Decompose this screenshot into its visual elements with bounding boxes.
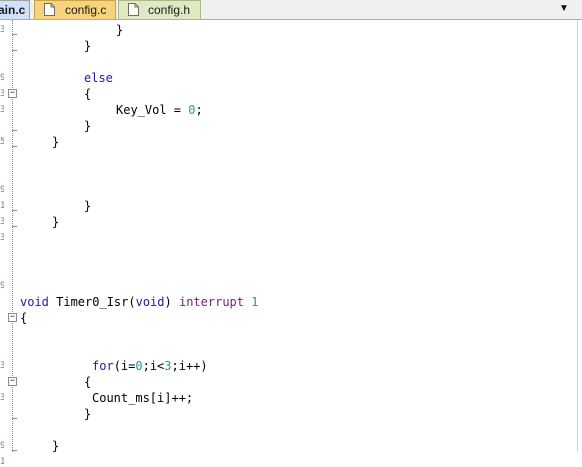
fold-end-marker: [12, 418, 17, 419]
fold-end-marker: [12, 226, 17, 227]
line-number: 9: [0, 441, 4, 451]
code-text: }: [84, 39, 92, 53]
fold-toggle-icon[interactable]: −: [8, 89, 17, 98]
line-number: 3: [0, 393, 4, 403]
code-keyword: void: [20, 295, 49, 309]
code-keyword: void: [135, 295, 165, 309]
code-line: else: [84, 70, 113, 86]
line-number: 3: [0, 105, 4, 115]
code-text: }: [52, 215, 60, 229]
fold-end-marker: [12, 34, 17, 35]
code-line: void Timer0_Isr(void) interrupt 1: [20, 294, 258, 310]
line-number: 3: [0, 89, 4, 99]
code-line: {: [84, 86, 91, 102]
code-text: Count_ms[i]++;: [92, 391, 194, 405]
tab-list-dropdown-icon[interactable]: ▼: [555, 2, 573, 16]
line-number: 3: [0, 217, 4, 227]
line-number: 1: [0, 201, 4, 211]
code-text: ;i++): [171, 359, 208, 373]
code-text: ;i<: [142, 359, 165, 373]
code-text: }: [84, 199, 92, 213]
line-number: 3: [0, 233, 4, 243]
line-number: 3: [0, 25, 4, 35]
code-keyword: for: [92, 359, 114, 373]
code-text: }: [84, 407, 92, 421]
code-text: {: [84, 375, 92, 389]
code-text: {: [20, 311, 28, 325]
code-number: 0: [135, 359, 143, 373]
fold-rail: [12, 20, 14, 452]
code-line: }: [84, 406, 91, 422]
h-file-icon: [128, 3, 139, 16]
tab-config-c[interactable]: config.c: [34, 0, 116, 19]
code-line: }: [52, 134, 59, 150]
fold-end-marker: [12, 130, 17, 131]
code-number: 1: [251, 295, 259, 309]
c-file-icon: [44, 3, 55, 16]
code-line: for(i=0;i<3;i++): [92, 358, 208, 374]
code-number: 3: [164, 359, 172, 373]
code-text: Key_Vol =: [116, 103, 189, 117]
tab-config-c-label: config.c: [65, 3, 107, 17]
fold-end-marker: [12, 210, 17, 211]
code-line: {: [20, 310, 27, 326]
line-number: 9: [0, 185, 4, 195]
code-line: Count_ms[i]++;: [92, 390, 193, 406]
editor-tab-bar: ain.c config.c config.h ▼: [0, 0, 582, 20]
line-number: 1: [0, 457, 4, 467]
line-number-gutter: 39335913393391: [0, 20, 8, 467]
code-text: ;: [195, 103, 203, 117]
code-text: }: [52, 439, 60, 453]
code-text: }: [84, 119, 92, 133]
tab-config-h-label: config.h: [148, 3, 191, 17]
fold-end-marker: [12, 50, 17, 51]
fold-toggle-icon[interactable]: −: [8, 313, 17, 322]
code-line: }: [52, 214, 59, 230]
code-keyword: interrupt: [178, 295, 244, 309]
code-text: (i=: [113, 359, 136, 373]
code-line: Key_Vol = 0;: [116, 102, 203, 118]
code-line: }: [84, 198, 91, 214]
fold-toggle-icon[interactable]: −: [8, 377, 17, 386]
line-number: 9: [0, 281, 4, 291]
tab-main-c-label: ain.c: [0, 3, 26, 17]
right-margin-line: [577, 20, 578, 452]
code-text: Timer0_Isr(: [48, 295, 136, 309]
code-line: }: [84, 38, 91, 54]
fold-end-marker: [12, 146, 17, 147]
code-text: }: [52, 135, 60, 149]
code-line: }: [84, 118, 91, 134]
tab-main-c[interactable]: ain.c: [0, 0, 30, 19]
fold-end-marker: [12, 450, 17, 451]
line-number: 3: [0, 361, 4, 371]
tab-config-h[interactable]: config.h: [118, 0, 201, 19]
code-keyword: else: [84, 71, 113, 85]
code-line: }: [116, 22, 123, 38]
line-number: 5: [0, 137, 4, 147]
code-text: ): [164, 295, 179, 309]
code-text: {: [84, 87, 92, 101]
code-line: {: [84, 374, 91, 390]
code-text: }: [116, 23, 124, 37]
line-number: 9: [0, 73, 4, 83]
